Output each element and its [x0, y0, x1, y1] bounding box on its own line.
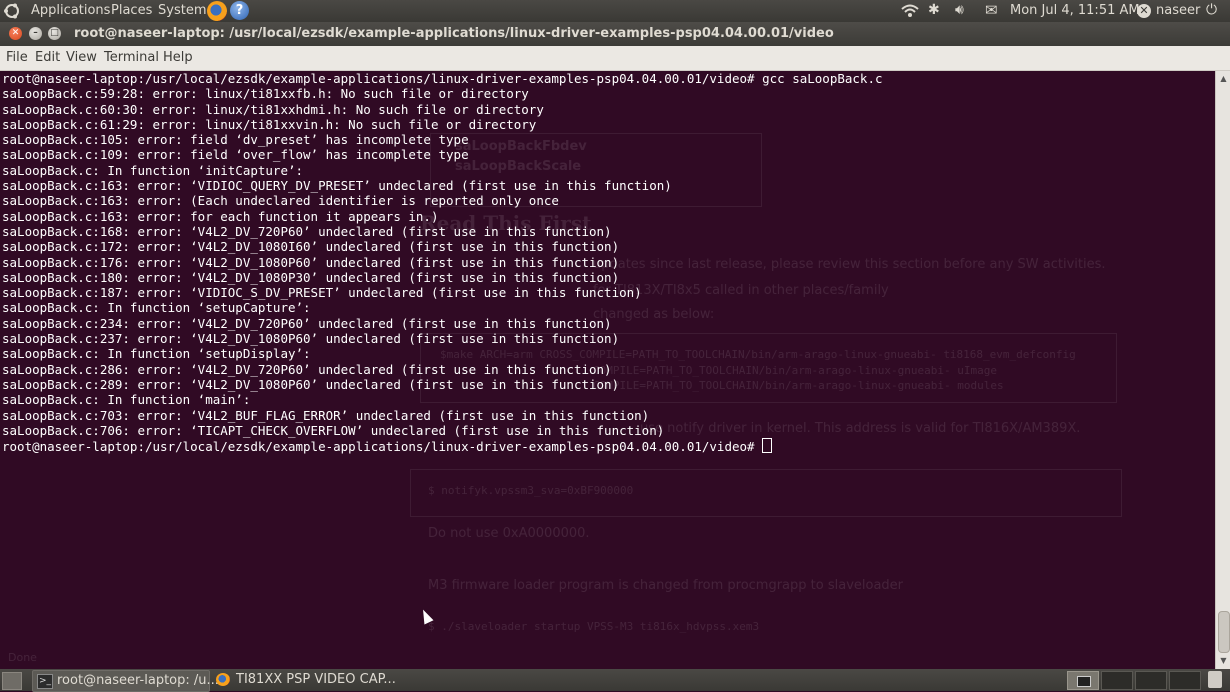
trash-icon[interactable]: [1208, 671, 1222, 688]
close-window-button[interactable]: ✕: [9, 27, 22, 40]
firefox-icon: [216, 673, 230, 686]
taskbar-terminal-button[interactable]: >_ root@naseer-laptop: /u...: [32, 670, 219, 692]
window-titlebar[interactable]: ✕ – □ root@naseer-laptop: /usr/local/ezs…: [0, 22, 1230, 46]
background-ghost-text: $ notifyk.vpssm3_sva=0xBF900000: [428, 484, 634, 497]
background-ghost-text: Done: [8, 651, 37, 664]
terminal-cursor: [762, 438, 773, 454]
terminal-line: saLoopBack.c:706: error: ‘TICAPT_CHECK_O…: [2, 422, 665, 438]
terminal-prompt: root@naseer-laptop:/usr/local/ezsdk/exam…: [2, 439, 763, 455]
wifi-icon[interactable]: [901, 0, 919, 22]
top-panel: Applications Places System ? ✱ 🔊︎ ✉ Mon …: [0, 0, 1230, 22]
window-title: root@naseer-laptop: /usr/local/ezsdk/exa…: [74, 26, 834, 41]
terminal-line: saLoopBack.c:187: error: ‘VIDIOC_S_DV_PR…: [2, 285, 642, 301]
system-menu[interactable]: System: [158, 0, 206, 22]
menu-edit[interactable]: Edit: [35, 46, 60, 70]
menu-help[interactable]: Help: [163, 46, 193, 70]
background-ghost-text: $ ./slaveloader startup VPSS-M3 ti816x_h…: [428, 620, 760, 633]
terminal-line: saLoopBack.c:237: error: ‘V4L2_DV_1080P6…: [2, 331, 620, 347]
terminal-line: saLoopBack.c:234: error: ‘V4L2_DV_720P60…: [2, 315, 612, 331]
background-ghost-text: Do not use 0xA0000000.: [428, 526, 590, 541]
terminal-line: saLoopBack.c:109: error: field ‘over_flo…: [2, 147, 469, 163]
minimize-window-button[interactable]: –: [29, 27, 42, 40]
volume-icon[interactable]: 🔊︎: [955, 0, 975, 22]
taskbar-terminal-label: root@naseer-laptop: /u...: [57, 673, 219, 688]
menu-terminal[interactable]: Terminal: [104, 46, 159, 70]
terminal-line: saLoopBack.c:59:28: error: linux/ti81xxf…: [2, 86, 529, 102]
workspace-3[interactable]: [1135, 671, 1167, 690]
power-icon[interactable]: ⏻: [1206, 0, 1222, 22]
terminal-line: saLoopBack.c: In function ‘main’:: [2, 392, 251, 408]
terminal-line: saLoopBack.c:163: error: (Each undeclare…: [2, 193, 559, 209]
user-name[interactable]: naseer: [1156, 0, 1200, 22]
scrollbar-thumb[interactable]: [1218, 611, 1230, 653]
workspace-4[interactable]: [1169, 671, 1201, 690]
terminal-output: root@naseer-laptop:/usr/local/ezsdk/exam…: [2, 71, 883, 454]
terminal-error-output: root@naseer-laptop:/usr/local/ezsdk/exam…: [2, 71, 883, 438]
places-menu[interactable]: Places: [111, 0, 152, 22]
firefox-launcher-icon[interactable]: [207, 1, 227, 21]
help-icon[interactable]: ?: [230, 1, 249, 20]
terminal-line: saLoopBack.c:105: error: field ‘dv_prese…: [2, 132, 469, 148]
scroll-down-arrow-icon[interactable]: ▼: [1218, 655, 1229, 667]
terminal-line: saLoopBack.c: In function ‘setupCapture’…: [2, 300, 311, 316]
terminal-line: saLoopBack.c:163: error: ‘VIDIOC_QUERY_D…: [2, 178, 672, 194]
terminal-menubar: File Edit View Terminal Help: [0, 46, 1230, 71]
terminal-line: saLoopBack.c: In function ‘setupDisplay’…: [2, 346, 311, 362]
terminal-line: saLoopBack.c:176: error: ‘V4L2_DV_1080P6…: [2, 254, 620, 270]
terminal-line: saLoopBack.c:286: error: ‘V4L2_DV_720P60…: [2, 361, 612, 377]
scroll-up-arrow-icon[interactable]: ▲: [1218, 73, 1229, 85]
terminal-line: saLoopBack.c: In function ‘initCapture’:: [2, 162, 304, 178]
taskbar-firefox-button[interactable]: TI81XX PSP VIDEO CAP...: [212, 670, 396, 690]
bluetooth-icon[interactable]: ✱: [928, 0, 942, 22]
terminal-line: root@naseer-laptop:/usr/local/ezsdk/exam…: [2, 71, 883, 86]
terminal-line: saLoopBack.c:168: error: ‘V4L2_DV_720P60…: [2, 223, 612, 239]
background-ghost-text: M3 firmware loader program is changed fr…: [428, 578, 904, 593]
bottom-panel: >_ root@naseer-laptop: /u... TI81XX PSP …: [0, 669, 1230, 692]
applications-menu[interactable]: Applications: [31, 0, 110, 22]
terminal-line: saLoopBack.c:180: error: ‘V4L2_DV_1080P3…: [2, 269, 620, 285]
terminal-line: saLoopBack.c:289: error: ‘V4L2_DV_1080P6…: [2, 376, 620, 392]
show-desktop-button[interactable]: [2, 672, 22, 690]
workspace-1[interactable]: [1067, 671, 1099, 690]
menu-view[interactable]: View: [66, 46, 97, 70]
user-status-icon[interactable]: ✕: [1137, 4, 1151, 18]
mail-icon[interactable]: ✉: [985, 0, 1003, 22]
terminal-icon: >_: [37, 674, 53, 689]
menu-file[interactable]: File: [6, 46, 28, 70]
terminal-scrollbar[interactable]: ▲ ▼: [1215, 71, 1230, 669]
maximize-window-button[interactable]: □: [48, 27, 61, 40]
terminal-area[interactable]: saLoopBackFbdev saLoopBackScale Read Thi…: [0, 71, 1215, 669]
taskbar-firefox-label: TI81XX PSP VIDEO CAP...: [236, 672, 396, 687]
terminal-line: saLoopBack.c:60:30: error: linux/ti81xxh…: [2, 101, 544, 117]
terminal-line: saLoopBack.c:61:29: error: linux/ti81xxv…: [2, 116, 537, 132]
workspace-window-thumbnail: [1077, 676, 1091, 687]
terminal-line: saLoopBack.c:703: error: ‘V4L2_BUF_FLAG_…: [2, 407, 650, 423]
workspace-2[interactable]: [1101, 671, 1133, 690]
terminal-line: saLoopBack.c:163: error: for each functi…: [2, 208, 439, 224]
ubuntu-logo-icon[interactable]: [3, 2, 21, 20]
clock[interactable]: Mon Jul 4, 11:51 AM: [1010, 0, 1140, 22]
terminal-line: saLoopBack.c:172: error: ‘V4L2_DV_1080I6…: [2, 239, 620, 255]
